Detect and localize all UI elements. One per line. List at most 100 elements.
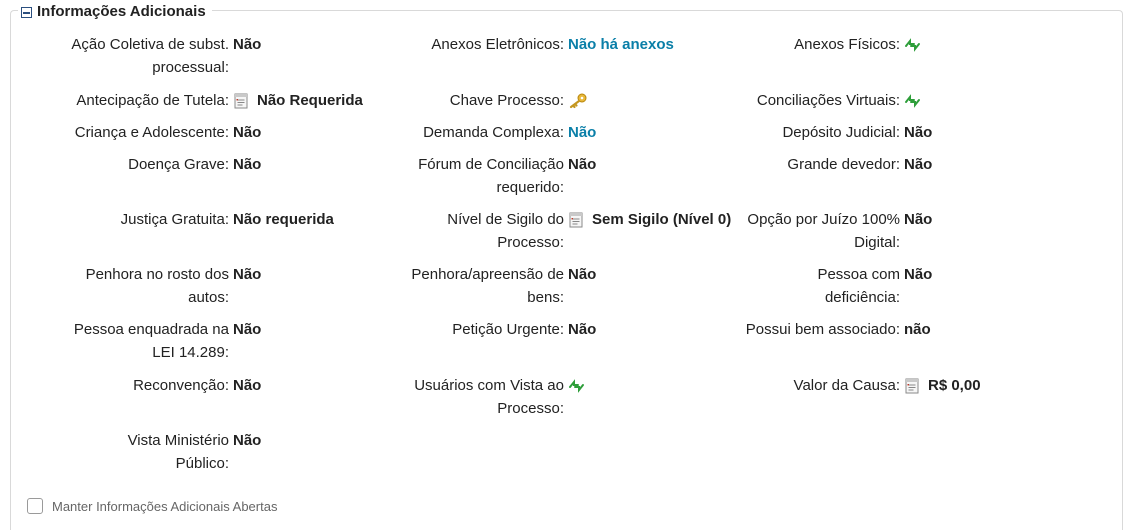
field-label: Vista Ministério Público:: [29, 429, 229, 475]
document-icon[interactable]: [904, 374, 920, 397]
section-title: Informações Adicionais: [37, 2, 206, 20]
document-icon[interactable]: [233, 89, 249, 112]
field-value: [568, 89, 596, 112]
field-value: [904, 33, 929, 56]
field-label-line: Petição Urgente:: [452, 321, 564, 338]
field-value-text: Não: [233, 124, 262, 141]
field-label-line: LEI 14.289:: [152, 344, 229, 361]
refresh-icon[interactable]: [904, 89, 921, 112]
section-legend: Informações Adicionais: [18, 1, 212, 21]
field-label-line: requerido:: [496, 179, 564, 196]
field-value-text: R$ 0,00: [928, 377, 981, 394]
field-label-line: Pessoa enquadrada na: [73, 321, 229, 338]
field-label-line: autos:: [188, 289, 229, 306]
field-value: Não Requerida: [233, 89, 363, 112]
field-label-line: Criança e Adolescente:: [74, 124, 229, 141]
field-label-line: deficiência:: [824, 289, 900, 306]
field-value: Não: [233, 374, 261, 397]
keep-open-label: Manter Informações Adicionais Abertas: [52, 498, 278, 514]
field-value: Não: [568, 121, 596, 144]
field-label-line: bens:: [527, 289, 564, 306]
field-label: Justiça Gratuita:: [29, 208, 229, 231]
field-label: Petição Urgente:: [364, 318, 564, 341]
field-label-line: processual:: [152, 59, 229, 76]
field-label-line: Ação Coletiva de subst.: [71, 36, 229, 53]
field-label-line: Possui bem associado:: [745, 321, 900, 338]
field-value-text: Não: [568, 156, 597, 173]
keep-open-checkbox[interactable]: [27, 498, 43, 514]
field-label-line: Nível de Sigilo do: [447, 211, 564, 228]
field-label: Chave Processo:: [364, 89, 564, 112]
field-label-line: Doença Grave:: [128, 156, 229, 173]
field-value-text: Não: [568, 321, 597, 338]
field-label: Depósito Judicial:: [700, 121, 900, 144]
field-value-text: Não: [904, 156, 933, 173]
field-label: Demanda Complexa:: [364, 121, 564, 144]
field-value-text: Não: [233, 432, 262, 449]
field-label-line: Depósito Judicial:: [782, 124, 900, 141]
field-label: Grande devedor:: [700, 153, 900, 176]
field-label: Opção por Juízo 100% Digital:: [700, 208, 900, 254]
field-value-text: Não: [233, 377, 262, 394]
field-value-text: Não: [904, 124, 933, 141]
field-label-line: Processo:: [497, 400, 564, 417]
field-value-text: Não Requerida: [257, 92, 363, 109]
field-label-line: Processo:: [497, 234, 564, 251]
field-value-text: não: [904, 321, 931, 338]
field-label-line: Usuários com Vista ao: [414, 377, 564, 394]
field-value: [904, 89, 929, 112]
field-value-link[interactable]: Não: [568, 121, 596, 144]
document-icon[interactable]: [568, 208, 584, 231]
field-value: não: [904, 318, 931, 341]
field-value: R$ 0,00: [904, 374, 981, 397]
field-value: Não: [233, 318, 261, 341]
field-value: Não: [904, 121, 932, 144]
field-label-line: Anexos Físicos:: [794, 36, 900, 53]
field-value: Não: [568, 153, 596, 176]
field-value-text: Não: [233, 321, 262, 338]
field-value: Não: [233, 33, 261, 56]
field-value-text: Não: [233, 266, 262, 283]
field-value-text: Não: [568, 266, 597, 283]
keep-open-option[interactable]: Manter Informações Adicionais Abertas: [27, 498, 277, 514]
field-label-line: Grande devedor:: [787, 156, 900, 173]
field-value-text: Não: [904, 211, 933, 228]
collapse-icon[interactable]: [21, 7, 32, 18]
field-label-line: Anexos Eletrônicos:: [431, 36, 564, 53]
field-label-line: Penhora/apreensão de: [411, 266, 564, 283]
field-label-line: Digital:: [854, 234, 900, 251]
field-label: Pessoa com deficiência:: [700, 263, 900, 309]
field-label-line: Fórum de Conciliação: [418, 156, 564, 173]
field-label-line: Antecipação de Tutela:: [76, 92, 229, 109]
field-value: Não há anexos: [568, 33, 674, 56]
field-value: Não: [904, 153, 932, 176]
field-value-text: Não: [904, 266, 933, 283]
field-label-line: Conciliações Virtuais:: [756, 92, 900, 109]
field-value: Não: [233, 121, 261, 144]
field-label: Valor da Causa:: [700, 374, 900, 397]
field-label: Conciliações Virtuais:: [700, 89, 900, 112]
field-value: [568, 374, 593, 397]
field-value-link[interactable]: Não há anexos: [568, 33, 674, 56]
field-value: Não: [904, 208, 932, 231]
field-label-line: Penhora no rosto dos: [85, 266, 229, 283]
field-label: Nível de Sigilo do Processo:: [364, 208, 564, 254]
field-label: Anexos Físicos:: [700, 33, 900, 56]
refresh-icon[interactable]: [904, 33, 921, 56]
field-value: Não: [568, 318, 596, 341]
refresh-icon[interactable]: [568, 374, 585, 397]
field-value-text: Não requerida: [233, 211, 334, 228]
field-value: Não: [904, 263, 932, 286]
field-label: Ação Coletiva de subst. processual:: [29, 33, 229, 79]
key-icon[interactable]: [568, 89, 588, 112]
field-value: Não: [233, 153, 261, 176]
field-label: Reconvenção:: [29, 374, 229, 397]
field-value-text: Não: [233, 156, 262, 173]
field-value: Não requerida: [233, 208, 334, 231]
field-value: Não: [568, 263, 596, 286]
field-label: Penhora/apreensão de bens:: [364, 263, 564, 309]
field-label: Possui bem associado:: [700, 318, 900, 341]
field-label-line: Vista Ministério: [127, 432, 229, 449]
field-value: Não: [233, 263, 261, 286]
field-label-line: Reconvenção:: [133, 377, 229, 394]
